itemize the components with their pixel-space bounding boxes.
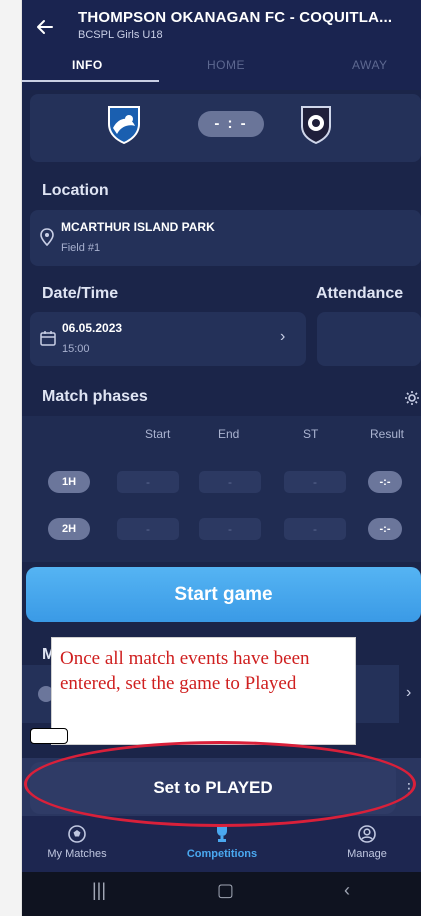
away-team-crest-icon (301, 106, 331, 144)
system-navigation-bar: ||| ▢ ‹ (22, 872, 421, 916)
attendance-card[interactable] (317, 312, 421, 366)
match-time: 15:00 (62, 343, 90, 355)
attendance-label: Attendance (316, 285, 404, 302)
phase-1h-st[interactable]: - (284, 471, 346, 493)
annotation-highlight-ellipse (24, 741, 416, 827)
back-icon[interactable]: ‹ (344, 880, 350, 901)
phase-1h-start[interactable]: - (117, 471, 179, 493)
tab-home[interactable]: HOME (207, 58, 245, 72)
start-game-button[interactable]: Start game (26, 567, 421, 622)
phase-2h-end[interactable]: - (199, 518, 261, 540)
chevron-right-icon: › (280, 328, 286, 345)
tab-info[interactable]: INFO (72, 58, 103, 72)
match-date: 06.05.2023 (62, 321, 123, 335)
annotation-marker-rect (30, 728, 68, 744)
column-header-start: Start (145, 427, 171, 441)
recent-apps-icon[interactable]: ||| (92, 880, 106, 901)
nav-my-matches[interactable]: My Matches (22, 824, 132, 860)
datetime-label: Date/Time (42, 285, 119, 302)
tab-away[interactable]: AWAY (352, 58, 388, 72)
home-icon[interactable]: ▢ (217, 880, 234, 901)
column-header-end: End (218, 427, 240, 441)
nav-manage[interactable]: Manage (312, 824, 421, 860)
match-phases-label: Match phases (42, 388, 148, 405)
back-arrow-icon[interactable] (34, 16, 56, 38)
chevron-right-icon: › (406, 684, 412, 701)
datetime-card[interactable]: 06.05.2023 15:00 › (30, 312, 306, 366)
field-name: Field #1 (61, 242, 101, 254)
location-pin-icon (40, 228, 54, 246)
left-margin (0, 0, 22, 916)
active-tab-indicator (22, 80, 159, 82)
nav-label-manage: Manage (347, 848, 387, 860)
phase-badge-1h[interactable]: 1H (48, 471, 90, 493)
location-card[interactable]: MCARTHUR ISLAND PARK Field #1 (30, 210, 421, 266)
soccer-ball-icon (68, 825, 86, 843)
tab-bar: INFO HOME AWAY (22, 52, 421, 80)
competition-subtitle: BCSPL Girls U18 (78, 29, 163, 41)
annotation-text: Once all match events have been entered,… (60, 648, 310, 694)
annotation-callout: Once all match events have been entered,… (51, 637, 356, 745)
phase-2h-result[interactable]: -:- (368, 518, 402, 540)
settings-gear-icon[interactable] (404, 390, 420, 406)
nav-label-competitions: Competitions (186, 848, 258, 860)
profile-icon (358, 825, 376, 843)
phase-badge-2h[interactable]: 2H (48, 518, 90, 540)
score-display: - : - (198, 111, 264, 137)
trophy-icon (217, 826, 227, 842)
home-team-crest-icon (108, 106, 140, 144)
match-header: THOMPSON OKANAGAN FC - COQUITLA... BCSPL… (22, 0, 421, 90)
phase-2h-start[interactable]: - (117, 518, 179, 540)
nav-label-my-matches: My Matches (47, 848, 107, 860)
phase-2h-st[interactable]: - (284, 518, 346, 540)
nav-competitions[interactable]: Competitions (167, 824, 277, 860)
column-header-result: Result (370, 427, 405, 441)
location-label: Location (42, 182, 109, 199)
venue-name: MCARTHUR ISLAND PARK (61, 220, 215, 234)
column-header-st: ST (303, 427, 319, 441)
phase-1h-end[interactable]: - (199, 471, 261, 493)
calendar-icon (40, 331, 56, 346)
phase-1h-result[interactable]: -:- (368, 471, 402, 493)
match-title: THOMPSON OKANAGAN FC - COQUITLA... (78, 9, 393, 26)
